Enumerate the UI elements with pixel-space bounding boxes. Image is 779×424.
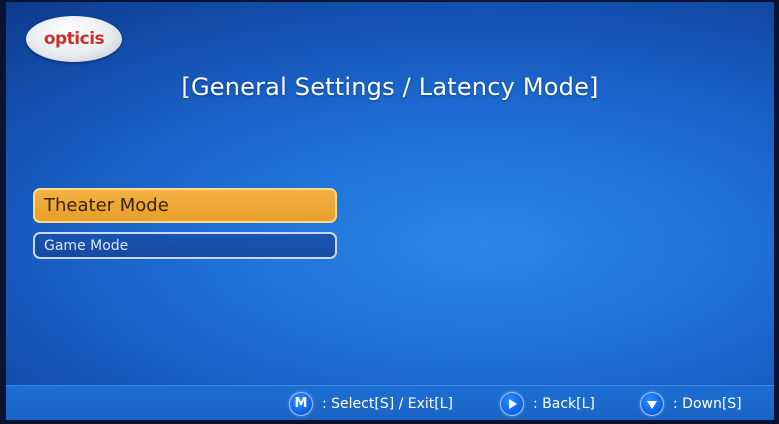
hint-back-label: : Back[L] <box>533 395 595 412</box>
logo-text: opticis <box>43 29 105 49</box>
hint-down: : Down[S] <box>640 386 742 420</box>
osd-screen: opticis [General Settings / Latency Mode… <box>6 2 774 420</box>
hint-back: : Back[L] <box>500 386 595 420</box>
hint-select-exit: M : Select[S] / Exit[L] <box>289 386 453 420</box>
menu-item-label: Theater Mode <box>44 195 169 216</box>
menu-item-label: Game Mode <box>44 237 129 254</box>
m-key-icon: M <box>289 391 313 416</box>
hint-down-label: : Down[S] <box>673 395 742 412</box>
key-hint-bar: M : Select[S] / Exit[L] : Back[L] : Down… <box>6 385 774 420</box>
hint-select-label: : Select[S] / Exit[L] <box>322 395 454 412</box>
page-title: [General Settings / Latency Mode] <box>181 73 599 101</box>
right-arrow-icon <box>500 391 524 416</box>
menu-item-game-mode[interactable]: Game Mode <box>33 232 337 259</box>
opticis-logo: opticis <box>26 16 122 62</box>
menu-item-theater-mode[interactable]: Theater Mode <box>33 188 337 223</box>
down-arrow-icon <box>640 391 664 416</box>
